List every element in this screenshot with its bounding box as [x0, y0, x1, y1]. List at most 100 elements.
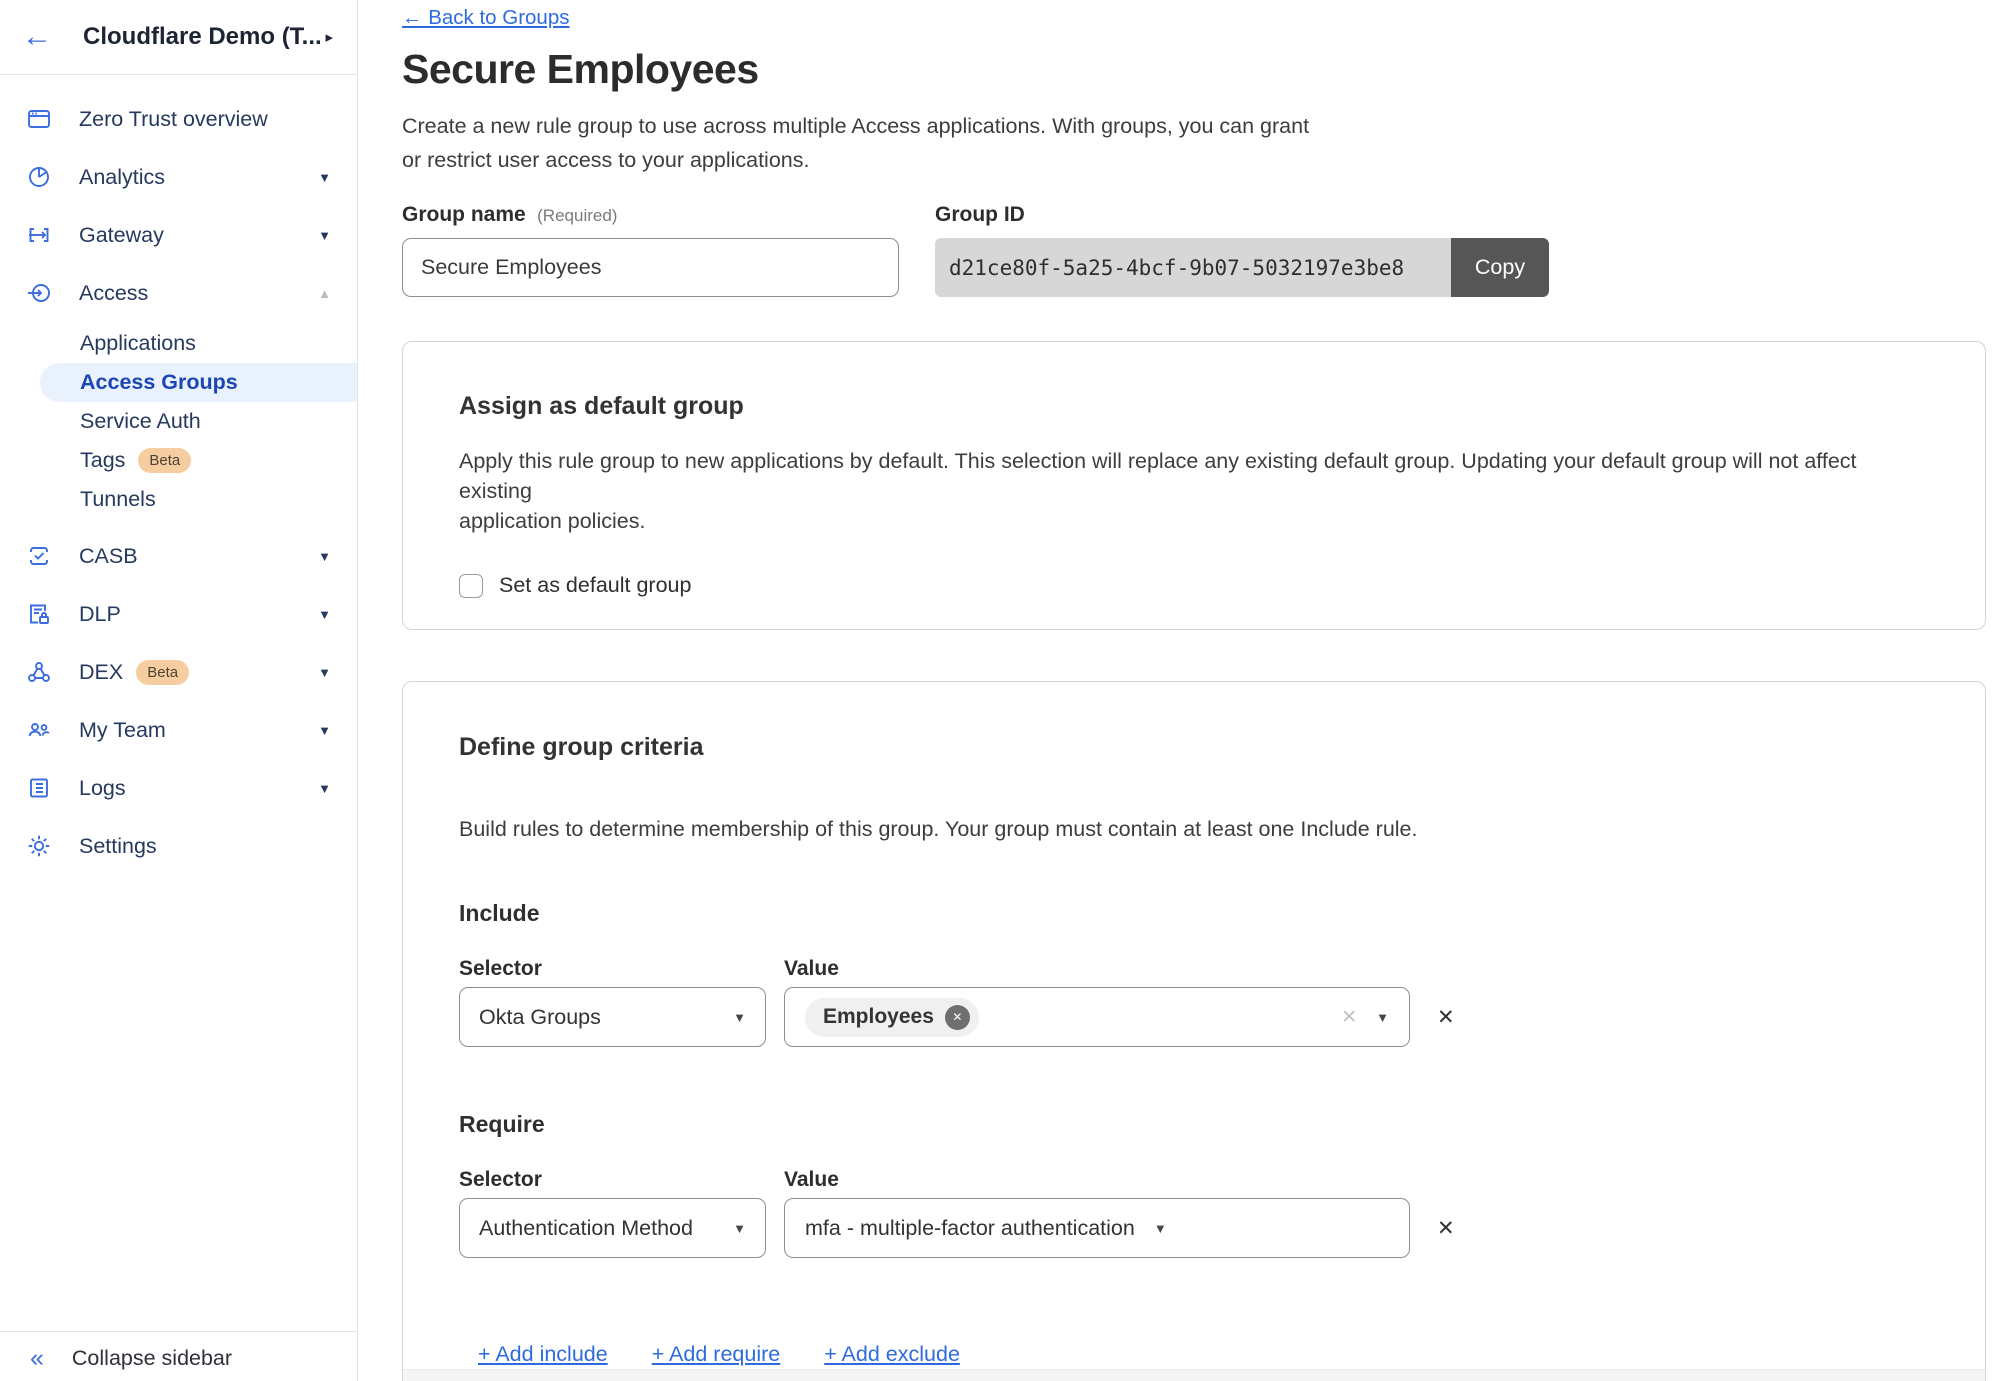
group-name-label: Group name — [402, 203, 526, 226]
sidebar-item-tags[interactable]: Tags Beta — [0, 441, 357, 480]
sidebar-item-tunnels[interactable]: Tunnels — [0, 480, 357, 519]
account-name[interactable]: Cloudflare Demo (T... — [83, 23, 325, 51]
main-content: ← Back to Groups Secure Employees Create… — [358, 0, 1999, 1381]
include-selector-value: Okta Groups — [479, 1005, 601, 1030]
chevron-up-icon[interactable]: ▲ — [318, 286, 331, 301]
chevron-down-icon[interactable]: ▼ — [318, 665, 331, 680]
casb-icon — [25, 543, 52, 570]
remove-include-rule-icon[interactable]: ✕ — [1437, 1005, 1455, 1030]
collapse-sidebar-label: Collapse sidebar — [72, 1346, 232, 1371]
sidebar-item-label: Logs — [79, 776, 126, 801]
add-include-link[interactable]: + Add include — [478, 1342, 608, 1367]
collapse-sidebar-button[interactable]: « Collapse sidebar — [0, 1331, 357, 1381]
sidebar-subitem-label: Applications — [80, 331, 196, 356]
copy-button[interactable]: Copy — [1451, 238, 1549, 297]
chevron-down-icon[interactable]: ▼ — [318, 607, 331, 622]
remove-require-rule-icon[interactable]: ✕ — [1437, 1216, 1455, 1241]
require-heading: Require — [459, 1111, 1929, 1138]
include-labels: Selector Value — [459, 957, 1929, 981]
default-group-body-line1: Apply this rule group to new application… — [459, 449, 1857, 503]
sidebar-item-dlp[interactable]: DLP ▼ — [0, 585, 357, 643]
dlp-document-lock-icon — [25, 601, 52, 628]
chevron-down-icon[interactable]: ▼ — [318, 549, 331, 564]
criteria-card: Define group criteria Build rules to det… — [402, 681, 1986, 1381]
chip-remove-icon[interactable]: ✕ — [945, 1005, 970, 1030]
dex-network-icon — [25, 659, 52, 686]
gateway-icon — [25, 222, 52, 249]
sidebar-item-label: CASB — [79, 544, 138, 569]
sidebar-item-logs[interactable]: Logs ▼ — [0, 759, 357, 817]
sidebar-item-access-groups[interactable]: Access Groups — [40, 363, 357, 402]
chevron-down-icon[interactable]: ▼ — [318, 228, 331, 243]
set-default-checkbox[interactable] — [459, 574, 483, 598]
default-group-checkbox-row: Set as default group — [459, 573, 1929, 598]
chevron-down-icon[interactable]: ▼ — [318, 723, 331, 738]
sidebar: ← Cloudflare Demo (T... ▸ Zero Trust ove… — [0, 0, 358, 1381]
include-selector-dropdown[interactable]: Okta Groups ▼ — [459, 987, 766, 1047]
group-id-value: d21ce80f-5a25-4bcf-9b07-5032197e3be8 — [935, 238, 1451, 297]
add-require-link[interactable]: + Add require — [652, 1342, 781, 1367]
require-value-text: mfa - multiple-factor authentication — [805, 1216, 1135, 1241]
default-group-card-body: Apply this rule group to new application… — [459, 446, 1929, 536]
include-heading: Include — [459, 900, 1929, 927]
add-rule-links: + Add include + Add require + Add exclud… — [478, 1342, 1929, 1367]
group-name-input[interactable] — [402, 238, 899, 297]
beta-badge: Beta — [136, 660, 189, 685]
sidebar-item-applications[interactable]: Applications — [0, 324, 357, 363]
sidebar-item-settings[interactable]: Settings — [0, 817, 357, 875]
require-value-label: Value — [784, 1168, 839, 1192]
access-icon — [25, 280, 52, 307]
add-exclude-link[interactable]: + Add exclude — [824, 1342, 960, 1367]
sidebar-item-zero-trust-overview[interactable]: Zero Trust overview — [0, 90, 357, 148]
require-selector-dropdown[interactable]: Authentication Method ▼ — [459, 1198, 766, 1258]
overview-icon — [25, 106, 52, 133]
back-arrow-icon[interactable]: ← — [22, 22, 52, 52]
chevron-down-icon[interactable]: ▼ — [318, 781, 331, 796]
group-name-field-wrap: Group name (Required) — [402, 203, 899, 297]
include-selector-label: Selector — [459, 957, 784, 981]
sidebar-item-service-auth[interactable]: Service Auth — [0, 402, 357, 441]
chevron-down-icon: ▼ — [733, 1010, 746, 1025]
chevron-down-icon[interactable]: ▼ — [318, 170, 331, 185]
sidebar-item-my-team[interactable]: My Team ▼ — [0, 701, 357, 759]
sidebar-item-label: Access — [79, 281, 148, 306]
require-rule-row: Authentication Method ▼ mfa - multiple-f… — [459, 1198, 1929, 1258]
require-value-dropdown[interactable]: mfa - multiple-factor authentication ▼ — [784, 1198, 1410, 1258]
group-id-field-wrap: Group ID d21ce80f-5a25-4bcf-9b07-5032197… — [935, 203, 1549, 297]
sidebar-item-gateway[interactable]: Gateway ▼ — [0, 206, 357, 264]
access-submenu: Applications Access Groups Service Auth … — [0, 324, 357, 519]
sidebar-subitem-label: Access Groups — [80, 370, 238, 395]
page-description-line1: Create a new rule group to use across mu… — [402, 114, 1309, 138]
require-selector-label: Selector — [459, 1168, 784, 1192]
clear-values-icon[interactable]: ✕ — [1341, 1006, 1357, 1029]
team-people-icon — [25, 717, 52, 744]
sidebar-subitem-label: Service Auth — [80, 409, 201, 434]
include-value-label: Value — [784, 957, 839, 981]
sidebar-subitem-label: Tunnels — [80, 487, 156, 512]
value-chip: Employees ✕ — [805, 998, 979, 1037]
chevron-down-icon: ▼ — [1154, 1221, 1167, 1236]
sidebar-item-dex[interactable]: DEX Beta ▼ — [0, 643, 357, 701]
criteria-card-body: Build rules to determine membership of t… — [459, 814, 1929, 844]
page-description-line2: or restrict user access to your applicat… — [402, 148, 809, 172]
account-switch-chevron-icon[interactable]: ▸ — [325, 28, 333, 46]
app-window: ← Cloudflare Demo (T... ▸ Zero Trust ove… — [0, 0, 1999, 1381]
analytics-pie-icon — [25, 164, 52, 191]
logs-list-icon — [25, 775, 52, 802]
sidebar-item-access[interactable]: Access ▲ — [0, 264, 357, 322]
required-hint: (Required) — [537, 206, 617, 225]
beta-badge: Beta — [138, 448, 191, 473]
sidebar-item-label: Zero Trust overview — [79, 107, 268, 132]
default-group-card: Assign as default group Apply this rule … — [402, 341, 1986, 630]
include-value-multiselect[interactable]: Employees ✕ ✕ ▼ — [784, 987, 1410, 1047]
sidebar-item-analytics[interactable]: Analytics ▼ — [0, 148, 357, 206]
sidebar-item-label: Gateway — [79, 223, 164, 248]
back-to-groups-link[interactable]: ← Back to Groups — [402, 6, 569, 30]
chevron-down-icon: ▼ — [1376, 1010, 1389, 1025]
criteria-card-footer — [403, 1369, 1985, 1381]
sidebar-nav: Zero Trust overview Analytics ▼ Gateway — [0, 75, 357, 875]
sidebar-item-casb[interactable]: CASB ▼ — [0, 527, 357, 585]
collapse-sidebar-icon: « — [30, 1344, 44, 1373]
include-rule-row: Okta Groups ▼ Employees ✕ ✕ ▼ ✕ — [459, 987, 1929, 1047]
sidebar-item-label: My Team — [79, 718, 166, 743]
